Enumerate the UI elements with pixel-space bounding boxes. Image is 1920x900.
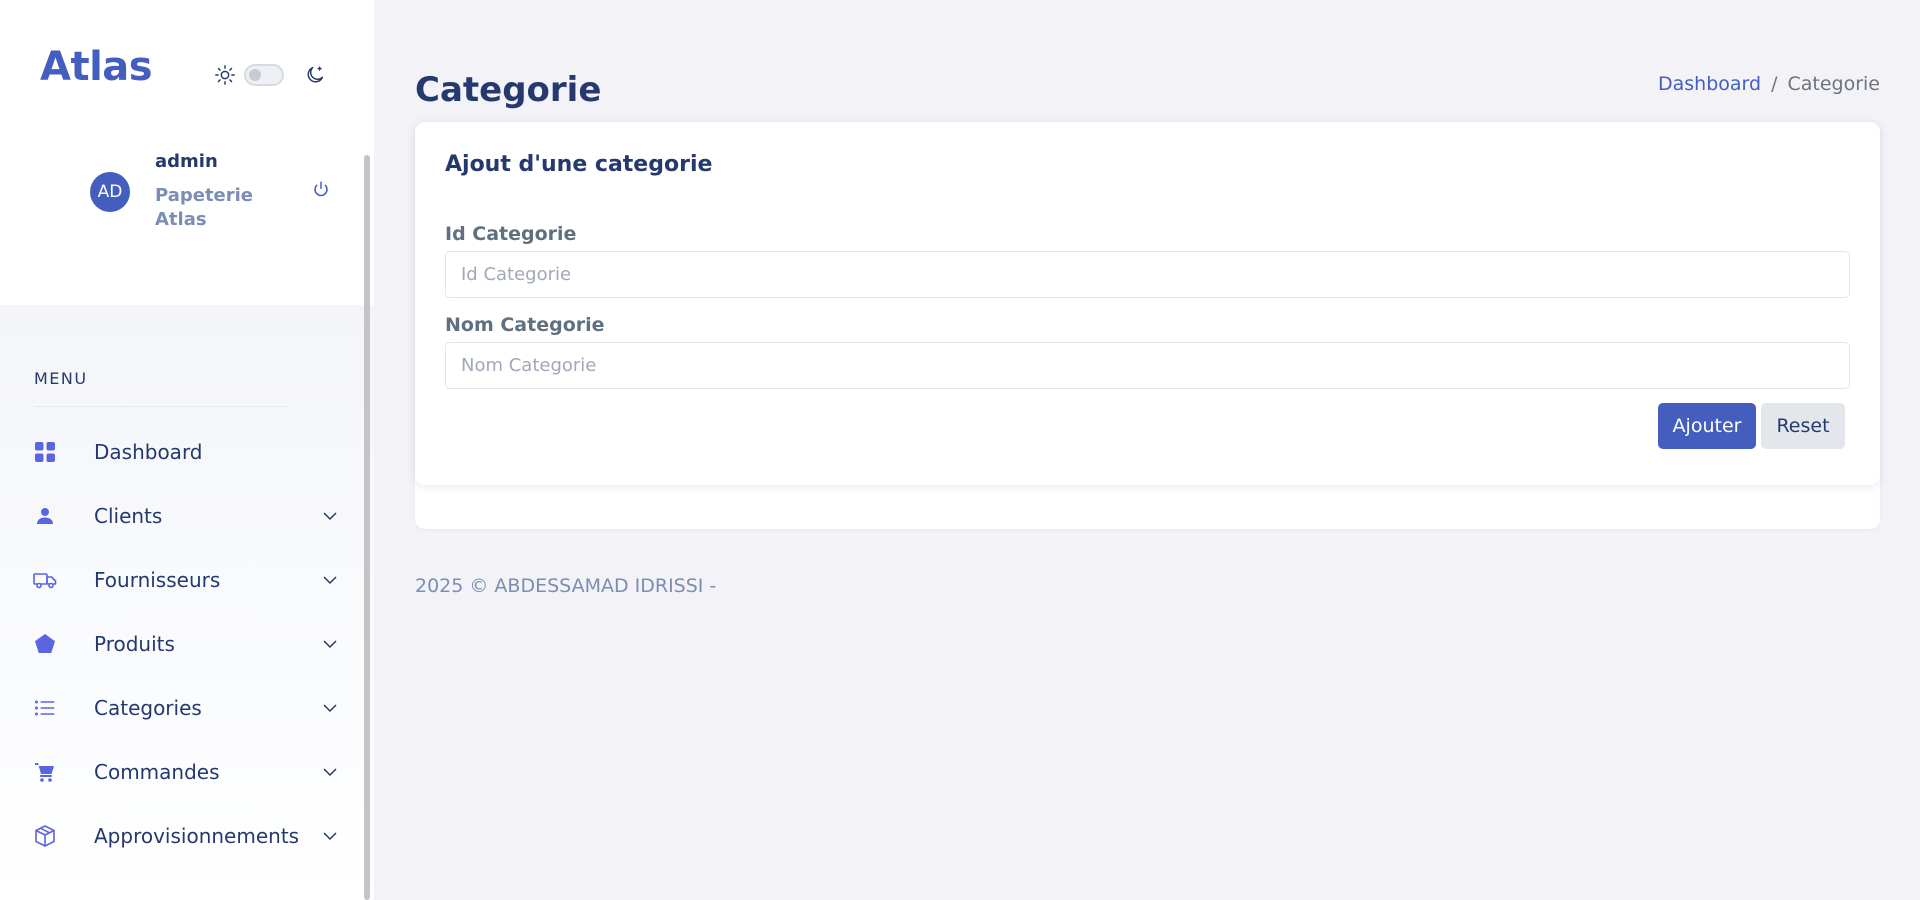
dark-mode-switch[interactable] xyxy=(244,64,284,86)
sidebar-item-label: Dashboard xyxy=(94,440,203,464)
breadcrumb: Dashboard / Categorie xyxy=(1658,73,1880,95)
nom-categorie-label: Nom Categorie xyxy=(445,314,605,336)
chevron-down-icon xyxy=(322,700,338,716)
list-icon xyxy=(33,696,57,720)
sun-icon xyxy=(214,64,236,86)
chevron-down-icon xyxy=(322,636,338,652)
sidebar-item-label: Commandes xyxy=(94,760,220,784)
chevron-down-icon xyxy=(322,828,338,844)
chevron-down-icon xyxy=(322,508,338,524)
sidebar-item-approvisionnements[interactable]: Approvisionnements xyxy=(0,804,374,868)
menu-divider xyxy=(34,406,288,407)
sidebar-item-label: Clients xyxy=(94,504,163,528)
card-title: Ajout d'une categorie xyxy=(445,152,713,177)
ajouter-button[interactable]: Ajouter xyxy=(1658,403,1756,449)
user-name: admin xyxy=(155,151,218,172)
page-title: Categorie xyxy=(415,70,602,110)
sidebar-item-fournisseurs[interactable]: Fournisseurs xyxy=(0,548,374,612)
sidebar-menu: Dashboard Clients Fournisseurs Produits … xyxy=(0,420,374,868)
sidebar-item-categories[interactable]: Categories xyxy=(0,676,374,740)
nom-categorie-input[interactable] xyxy=(445,342,1850,389)
moon-icon xyxy=(304,64,326,86)
theme-toggle[interactable] xyxy=(214,60,326,90)
sidebar-item-label: Categories xyxy=(94,696,202,720)
user-company: Papeterie Atlas xyxy=(155,185,254,230)
sidebar-item-clients[interactable]: Clients xyxy=(0,484,374,548)
user-profile: AD admin Papeterie Atlas xyxy=(90,148,340,238)
id-categorie-label: Id Categorie xyxy=(445,223,577,245)
truck-icon xyxy=(33,568,57,592)
person-icon xyxy=(33,504,57,528)
sidebar-item-label: Produits xyxy=(94,632,175,656)
reset-button[interactable]: Reset xyxy=(1761,403,1845,449)
sidebar-item-label: Approvisionnements xyxy=(94,824,300,848)
brand-logo[interactable]: Atlas xyxy=(40,44,153,90)
menu-section-title: MENU xyxy=(34,369,88,388)
breadcrumb-current: Categorie xyxy=(1787,73,1880,95)
breadcrumb-link-dashboard[interactable]: Dashboard xyxy=(1658,73,1761,95)
chevron-down-icon xyxy=(322,764,338,780)
pentagon-icon xyxy=(33,632,57,656)
sidebar-item-commandes[interactable]: Commandes xyxy=(0,740,374,804)
grid-icon xyxy=(33,440,57,464)
footer-copyright: 2025 © ABDESSAMAD IDRISSI - xyxy=(415,575,717,597)
avatar[interactable]: AD xyxy=(90,172,130,212)
sidebar-item-dashboard[interactable]: Dashboard xyxy=(0,420,374,484)
add-category-card: Ajout d'une categorie Id Categorie Nom C… xyxy=(415,122,1880,485)
sidebar-item-produits[interactable]: Produits xyxy=(0,612,374,676)
logout-power-icon[interactable] xyxy=(310,178,332,200)
sidebar-item-label: Fournisseurs xyxy=(94,568,221,592)
breadcrumb-separator: / xyxy=(1771,73,1778,95)
sidebar: Atlas AD admin Papeterie Atlas MENU Dash… xyxy=(0,0,374,900)
cart-icon xyxy=(33,760,57,784)
box-icon xyxy=(33,824,57,848)
id-categorie-input[interactable] xyxy=(445,251,1850,298)
chevron-down-icon xyxy=(322,572,338,588)
